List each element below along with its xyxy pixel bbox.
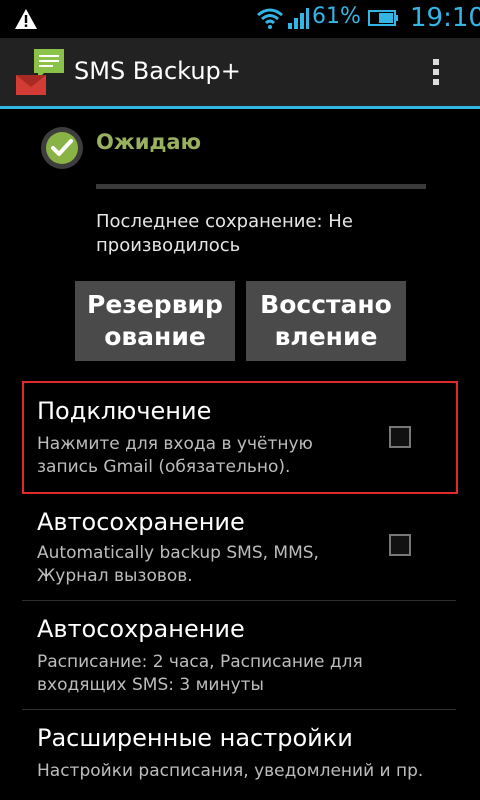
pref-summary: Нажмите для входа в учётную запись Gmail…	[37, 434, 313, 477]
signal-icon	[288, 8, 309, 29]
clock: 19:10	[410, 3, 480, 33]
pref-summary: Настройки расписания, уведомлений и пр.	[37, 761, 424, 781]
app-title: SMS Backup+	[74, 57, 241, 85]
last-backup-text: Последнее сохранение: Не производилось	[96, 211, 353, 256]
pref-title: Автосохранение	[37, 615, 245, 643]
backup-button-label: Резервирование	[87, 290, 223, 351]
wifi-icon	[257, 8, 283, 29]
overflow-menu-icon[interactable]	[426, 56, 446, 90]
warning-icon	[15, 9, 37, 29]
pref-title: Автосохранение	[37, 508, 245, 536]
backup-button[interactable]: Резервирование	[75, 281, 235, 361]
action-bar: SMS Backup+	[0, 38, 480, 109]
restore-button-label: Восстановление	[260, 290, 392, 351]
pref-advanced-settings[interactable]: Расширенные настройки Настройки расписан…	[22, 710, 456, 800]
pref-connection[interactable]: Подключение Нажмите для входа в учётную …	[22, 381, 456, 494]
battery-icon	[368, 10, 398, 26]
pref-autobackup-schedule[interactable]: Автосохранение Расписание: 2 часа, Распи…	[22, 601, 456, 709]
check-status-icon	[41, 127, 83, 169]
pref-title: Расширенные настройки	[37, 724, 353, 752]
pref-summary: Automatically backup SMS, MMS, Журнал вы…	[37, 543, 319, 586]
pref-title: Подключение	[37, 397, 212, 425]
battery-percent: 61%	[312, 4, 361, 29]
autobackup-checkbox[interactable]	[389, 534, 411, 556]
sms-backup-app-icon[interactable]	[14, 47, 68, 99]
status-text: Ожидаю	[96, 130, 202, 154]
pref-summary: Расписание: 2 часа, Расписание для входя…	[37, 652, 363, 695]
restore-button[interactable]: Восстановление	[246, 281, 406, 361]
connection-checkbox[interactable]	[389, 426, 411, 448]
pref-autobackup[interactable]: Автосохранение Automatically backup SMS,…	[22, 494, 456, 600]
progress-bar	[96, 184, 426, 189]
status-bar: 61% 19:10	[0, 0, 480, 38]
